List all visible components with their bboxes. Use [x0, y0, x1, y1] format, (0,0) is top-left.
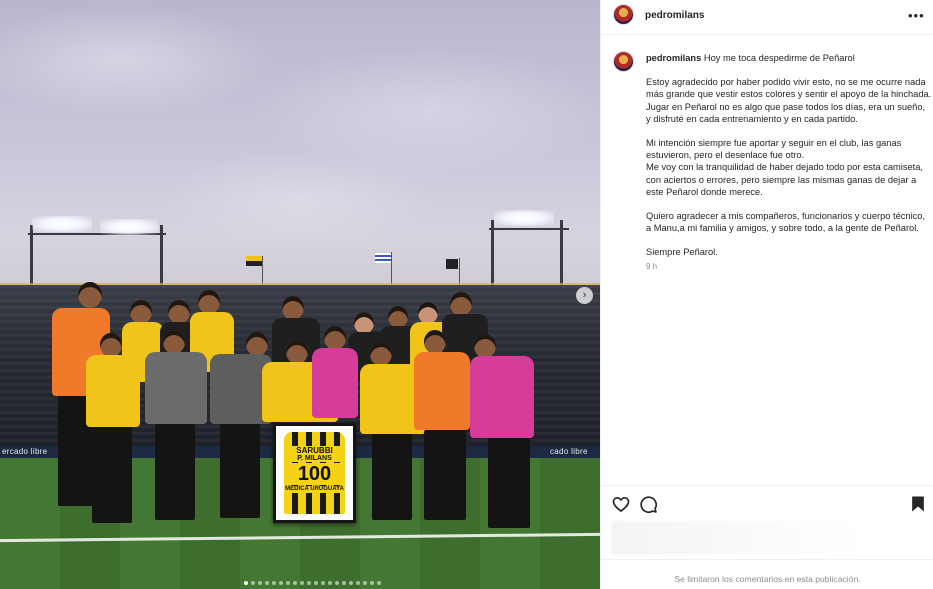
carousel-dot[interactable]: [377, 581, 381, 585]
carousel-dot[interactable]: [258, 581, 262, 585]
caption: pedromilans Hoy me toca despedirme de Pe…: [646, 52, 932, 271]
carousel-dot[interactable]: [251, 581, 255, 585]
carousel-dot[interactable]: [286, 581, 290, 585]
flag: [446, 259, 458, 269]
carousel-dot[interactable]: [342, 581, 346, 585]
carousel-dot[interactable]: [321, 581, 325, 585]
caption-paragraph: Siempre Peñarol.: [646, 247, 718, 258]
bookmark-icon[interactable]: [908, 494, 928, 514]
avatar[interactable]: [613, 4, 634, 25]
framed-shirt: SARUBBI P. MILANS 100 MEDICA URUGUAYA: [273, 423, 356, 523]
heart-icon[interactable]: [611, 494, 631, 514]
flag-uruguay: [375, 253, 391, 263]
carousel-dot[interactable]: [349, 581, 353, 585]
flag-pole: [391, 252, 392, 286]
carousel-dot[interactable]: [314, 581, 318, 585]
carousel-dot[interactable]: [335, 581, 339, 585]
header-username[interactable]: pedromilans: [645, 10, 704, 21]
post-timestamp[interactable]: 9 h: [646, 262, 657, 271]
chevron-right-icon[interactable]: ›: [576, 287, 593, 304]
carousel-dots: [244, 581, 381, 585]
carousel-dot[interactable]: [272, 581, 276, 585]
action-bar: [601, 485, 933, 525]
flag: [246, 256, 262, 266]
carousel-dot[interactable]: [265, 581, 269, 585]
comment-icon[interactable]: [638, 494, 658, 514]
caption-paragraph: Estoy agradecido por haber podido vivir …: [646, 77, 932, 124]
carousel-dot[interactable]: [370, 581, 374, 585]
carousel-dot[interactable]: [293, 581, 297, 585]
ad-text-right: cado libre: [550, 447, 588, 456]
caption-avatar[interactable]: [613, 51, 634, 72]
post-header: pedromilans •••: [601, 0, 933, 35]
carousel-dot[interactable]: [244, 581, 248, 585]
shirt-subtext: MEDICA URUGUAYA: [284, 486, 345, 493]
shirt: SARUBBI P. MILANS 100 MEDICA URUGUAYA: [284, 432, 345, 514]
carousel-dot[interactable]: [279, 581, 283, 585]
comments-limited-notice: Se limitaron los comentarios en esta pub…: [601, 559, 933, 589]
ad-text-left: ercado libre: [2, 447, 48, 456]
blurred-likes: [611, 521, 861, 555]
caption-username[interactable]: pedromilans: [646, 53, 701, 63]
floodlight: [100, 219, 158, 235]
sky-clouds: [0, 0, 600, 300]
floodlight: [494, 210, 554, 226]
shirt-sponsor: SARUBBI: [284, 446, 345, 455]
shirt-name: P. MILANS: [284, 455, 345, 462]
caption-paragraph: Me voy con la tranquilidad de haber deja…: [646, 162, 924, 197]
flag-pole: [262, 256, 263, 286]
caption-intro: Hoy me toca despedirme de Peñarol: [703, 53, 855, 63]
carousel-dot[interactable]: [307, 581, 311, 585]
caption-paragraph: Quiero agradecer a mis compañeros, funci…: [646, 211, 926, 234]
caption-paragraph: Mi intención siempre fue aportar y segui…: [646, 138, 902, 161]
carousel-dot[interactable]: [328, 581, 332, 585]
more-options-icon[interactable]: •••: [908, 8, 925, 23]
floodlight: [32, 216, 92, 232]
shirt-number: 100: [284, 463, 345, 485]
post-sidebar: pedromilans ••• pedromilans Hoy me toca …: [600, 0, 933, 589]
carousel-dot[interactable]: [363, 581, 367, 585]
post-photo[interactable]: ercado libre cado libre SARUBBI P. MILAN…: [0, 0, 600, 589]
flag-pole: [459, 258, 460, 286]
carousel-dot[interactable]: [300, 581, 304, 585]
floodlight-frame: [489, 228, 569, 230]
carousel-dot[interactable]: [356, 581, 360, 585]
